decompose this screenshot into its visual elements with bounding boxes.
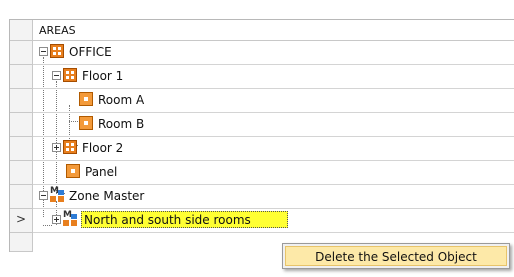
delete-selected-object-menu-item[interactable]: Delete the Selected Object: [285, 246, 507, 266]
room-icon: [66, 164, 80, 178]
current-row-arrow-icon: >: [16, 212, 27, 226]
row-header[interactable]: [10, 161, 33, 185]
tree-item-label: OFFICE: [69, 45, 112, 59]
zone-master-icon: M: [63, 211, 79, 227]
row-header[interactable]: [10, 233, 33, 252]
tree-row-floor-2[interactable]: Floor 2: [33, 137, 514, 161]
row-header[interactable]: [10, 137, 33, 161]
column-header-areas[interactable]: AREAS: [33, 20, 514, 41]
collapse-icon[interactable]: [39, 47, 48, 56]
room-icon: [79, 116, 93, 130]
tree-item-label: Zone Master: [69, 189, 145, 203]
area-grid-icon: [50, 44, 64, 58]
tree-row-zone-master[interactable]: M Zone Master: [33, 185, 514, 209]
tree-row-panel[interactable]: Panel: [33, 161, 514, 185]
corner-header-cell: [10, 20, 33, 41]
tree-row-floor-1[interactable]: Floor 1: [33, 65, 514, 89]
tree-item-label: Room A: [98, 93, 145, 107]
area-grid-icon: [63, 68, 77, 82]
menu-item-label: Delete the Selected Object: [315, 250, 477, 264]
row-header[interactable]: [10, 89, 33, 113]
row-header[interactable]: [10, 65, 33, 89]
tree-row-office[interactable]: OFFICE: [33, 41, 514, 65]
tree-row-room-a[interactable]: Room A: [33, 89, 514, 113]
areas-tree-grid: AREAS > OFFICE Floor 1 Room A Room B Flo…: [9, 19, 514, 252]
tree-item-label: Room B: [98, 117, 145, 131]
row-header[interactable]: [10, 185, 33, 209]
row-header[interactable]: [10, 41, 33, 65]
collapse-icon[interactable]: [52, 71, 61, 80]
area-grid-icon: [63, 140, 77, 154]
expand-icon[interactable]: [52, 143, 61, 152]
tree-row-room-b[interactable]: Room B: [33, 113, 514, 137]
context-menu: Delete the Selected Object: [282, 243, 510, 269]
tree-item-label-selected: North and south side rooms: [84, 213, 251, 227]
tree-item-label: Panel: [85, 165, 118, 179]
row-header[interactable]: [10, 113, 33, 137]
column-header-label: AREAS: [39, 24, 76, 37]
tree-item-label: Floor 1: [82, 69, 124, 83]
collapse-icon[interactable]: [39, 191, 48, 200]
tree-item-label: Floor 2: [82, 141, 124, 155]
zone-master-icon: M: [50, 187, 66, 203]
expand-icon[interactable]: [52, 215, 61, 224]
row-header-current[interactable]: >: [10, 209, 33, 233]
tree-row-north-and-south-side-rooms[interactable]: M North and south side rooms: [33, 209, 514, 233]
room-icon: [79, 92, 93, 106]
